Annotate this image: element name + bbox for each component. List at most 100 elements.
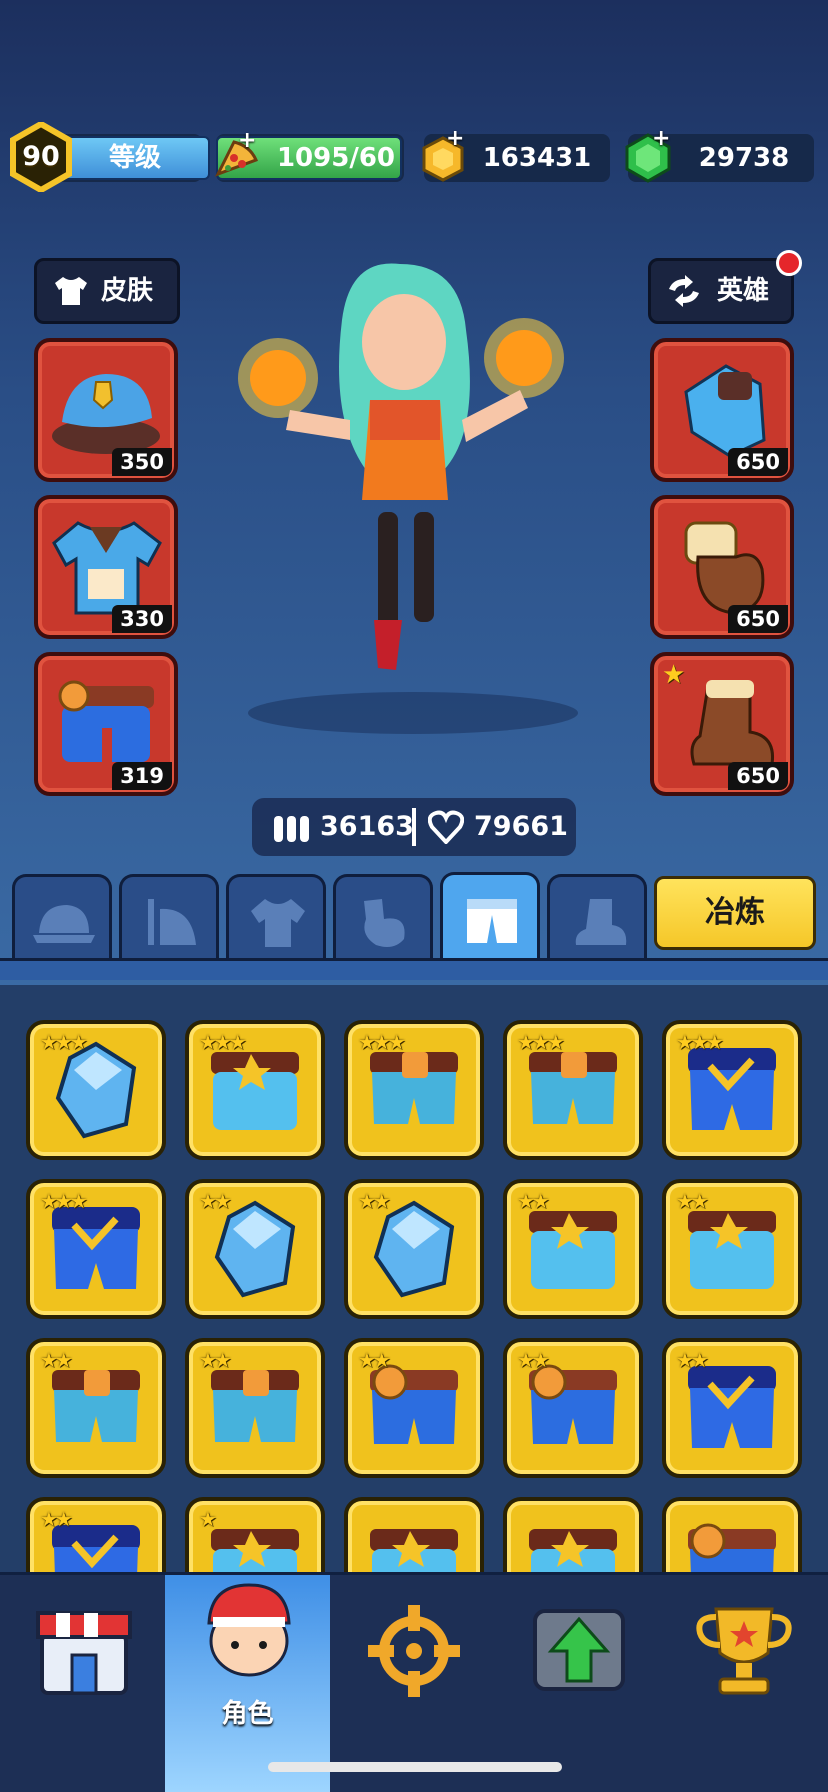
bottom-nav: 角色 bbox=[0, 1572, 828, 1792]
inventory-item[interactable] bbox=[344, 1497, 484, 1572]
star-rating: ★★★ bbox=[40, 1030, 88, 1054]
tab-shirt[interactable] bbox=[226, 874, 326, 964]
inventory-item[interactable]: ★★ bbox=[185, 1179, 325, 1319]
bullets-icon bbox=[274, 816, 309, 842]
hero-button[interactable]: 英雄 bbox=[648, 258, 794, 324]
star-rating: ★★ bbox=[358, 1189, 391, 1213]
equip-level: 330 bbox=[112, 605, 172, 633]
star-rating: ★ bbox=[199, 1507, 217, 1531]
inventory-item[interactable] bbox=[503, 1497, 643, 1572]
hero-character[interactable] bbox=[230, 250, 580, 690]
star-rating: ★★★ bbox=[199, 1030, 247, 1054]
shirt-icon bbox=[55, 277, 87, 305]
boot-tab-icon bbox=[575, 899, 627, 945]
equip-level: 650 bbox=[728, 605, 788, 633]
star-rating: ★★ bbox=[676, 1189, 709, 1213]
inventory-item[interactable]: ★★★ bbox=[26, 1179, 166, 1319]
nav-trophy[interactable] bbox=[660, 1575, 825, 1792]
tab-glove[interactable] bbox=[333, 874, 433, 964]
swap-icon bbox=[669, 275, 699, 307]
energy-value: 1095/60 bbox=[276, 143, 396, 173]
equip-level: 319 bbox=[112, 762, 172, 790]
cap-icon bbox=[33, 905, 95, 943]
inventory-item[interactable]: ★★ bbox=[344, 1179, 484, 1319]
inventory-item[interactable]: ★★ bbox=[26, 1497, 166, 1572]
nav-character[interactable]: 角色 bbox=[165, 1575, 330, 1792]
inventory-item[interactable]: ★★ bbox=[503, 1338, 643, 1478]
equip-level: 350 bbox=[112, 448, 172, 476]
inventory-item[interactable]: ★★★ bbox=[503, 1020, 643, 1160]
trophy-icon bbox=[696, 1607, 792, 1695]
pants-icon bbox=[688, 1523, 776, 1572]
equip-level: 650 bbox=[728, 762, 788, 790]
inventory-item[interactable]: ★★ bbox=[662, 1179, 802, 1319]
inventory-item[interactable]: ★★ bbox=[344, 1338, 484, 1478]
equip-slot-pants[interactable]: 319 bbox=[34, 652, 178, 796]
equip-slot-boot[interactable]: ★ 650 bbox=[650, 652, 794, 796]
star-rating: ★★ bbox=[40, 1507, 73, 1531]
tab-pants[interactable] bbox=[440, 872, 540, 972]
level-label: 等级 bbox=[108, 143, 161, 173]
inventory-item[interactable]: ★★ bbox=[662, 1338, 802, 1478]
shop-icon bbox=[36, 1611, 132, 1695]
glove-tab-icon bbox=[364, 899, 405, 947]
inventory-item[interactable]: ★★★ bbox=[185, 1020, 325, 1160]
gem-value: 29738 bbox=[698, 143, 790, 173]
tab-boot[interactable] bbox=[547, 874, 647, 964]
inventory-item[interactable] bbox=[662, 1497, 802, 1572]
star-rating: ★★ bbox=[358, 1348, 391, 1372]
star-rating: ★★ bbox=[199, 1348, 232, 1372]
add-energy-icon[interactable]: + bbox=[238, 128, 256, 153]
star-rating: ★★ bbox=[40, 1348, 73, 1372]
inventory-item[interactable]: ★★★ bbox=[26, 1020, 166, 1160]
star-rating: ★★ bbox=[517, 1189, 550, 1213]
star-rating: ★★ bbox=[676, 1348, 709, 1372]
star-rating: ★★ bbox=[517, 1348, 550, 1372]
equip-slot-glove[interactable]: 650 bbox=[650, 495, 794, 639]
nav-battle[interactable] bbox=[330, 1575, 495, 1792]
inventory-item[interactable]: ★★ bbox=[26, 1338, 166, 1478]
inventory-item[interactable]: ★★★ bbox=[344, 1020, 484, 1160]
attack-value: 36163 bbox=[320, 811, 414, 842]
star-rating: ★★ bbox=[199, 1189, 232, 1213]
health-value: 79661 bbox=[474, 811, 568, 842]
hero-stats-panel: 36163 79661 bbox=[252, 798, 576, 856]
tab-hat[interactable] bbox=[12, 874, 112, 964]
inventory-item[interactable]: ★★ bbox=[503, 1179, 643, 1319]
equip-slot-shirt[interactable]: 330 bbox=[34, 495, 178, 639]
nav-shop[interactable] bbox=[0, 1575, 165, 1792]
star-icon: ★ bbox=[662, 660, 686, 690]
inventory-item[interactable]: ★★★ bbox=[662, 1020, 802, 1160]
equip-slot-hat[interactable]: 350 bbox=[34, 338, 178, 482]
cape-icon bbox=[148, 899, 196, 945]
equip-level: 650 bbox=[728, 448, 788, 476]
add-coin-icon[interactable]: + bbox=[446, 126, 464, 151]
star-rating: ★★★ bbox=[40, 1189, 88, 1213]
notification-dot bbox=[776, 250, 802, 276]
upgrade-arrow-icon bbox=[533, 1609, 625, 1691]
add-gem-icon[interactable]: + bbox=[652, 126, 670, 151]
coin-value: 163431 bbox=[482, 143, 592, 173]
inventory-item[interactable]: ★ bbox=[185, 1497, 325, 1572]
smelt-button[interactable]: 冶炼 bbox=[654, 876, 816, 950]
skin-label: 皮肤 bbox=[101, 276, 154, 306]
pants-tab-icon bbox=[467, 899, 517, 943]
tab-cape[interactable] bbox=[119, 874, 219, 964]
skin-button[interactable]: 皮肤 bbox=[34, 258, 180, 324]
star-rating: ★★★ bbox=[517, 1030, 565, 1054]
star-rating: ★★★ bbox=[358, 1030, 406, 1054]
shirt-tab-icon bbox=[251, 899, 305, 947]
inventory-item[interactable]: ★★ bbox=[185, 1338, 325, 1478]
pants-icon bbox=[211, 1529, 299, 1572]
heart-icon bbox=[428, 810, 464, 844]
tab-divider bbox=[0, 958, 828, 980]
hero-shadow bbox=[248, 692, 578, 734]
character-avatar-icon bbox=[207, 1583, 291, 1677]
hero-label: 英雄 bbox=[717, 276, 770, 306]
nav-upgrade[interactable] bbox=[495, 1575, 660, 1792]
equip-slot-armor[interactable]: 650 bbox=[650, 338, 794, 482]
smelt-label: 冶炼 bbox=[705, 895, 765, 930]
pants-icon bbox=[370, 1529, 458, 1572]
crosshair-icon bbox=[368, 1605, 460, 1697]
nav-character-label: 角色 bbox=[221, 1699, 274, 1729]
